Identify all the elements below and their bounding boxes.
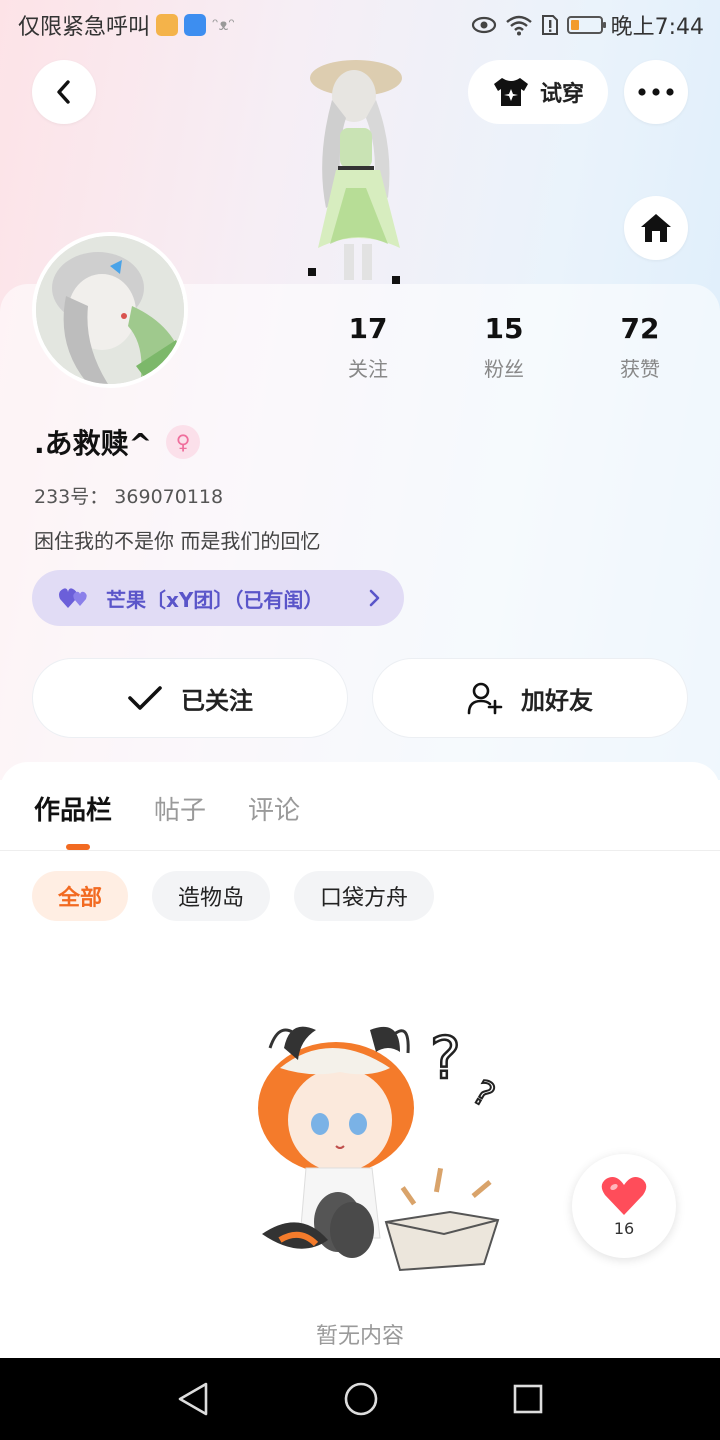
stat-likes[interactable]: 72 获赞 [572, 312, 708, 382]
stat-followers-count: 15 [484, 312, 524, 345]
tab-posts[interactable]: 帖子 [154, 790, 206, 827]
filter-pocket-ark[interactable]: 口袋方舟 [294, 871, 435, 921]
eye-icon [471, 16, 496, 34]
tabs-divider [0, 850, 720, 851]
filter-chips: 全部 造物岛 口袋方舟 [32, 871, 435, 921]
try-on-button[interactable]: 试穿 [468, 60, 608, 124]
content-tabs: 作品栏 帖子 评论 [34, 790, 300, 827]
stat-following-label: 关注 [348, 357, 388, 381]
avatar-image [36, 236, 184, 384]
check-icon [128, 686, 162, 710]
tshirt-sparkle-icon [493, 78, 528, 106]
stat-following[interactable]: 17 关注 [300, 312, 436, 382]
user-bio: 困住我的不是你 而是我们的回忆 [34, 529, 321, 553]
battery-icon [566, 16, 606, 34]
tab-comments[interactable]: 评论 [248, 790, 300, 827]
stat-likes-count: 72 [620, 312, 660, 345]
profile-stats: 17 关注 15 粉丝 72 获赞 [300, 312, 720, 382]
shield-notification-icon [184, 14, 207, 36]
group-badge[interactable]: 芒果〔xY团〕（已有闺） [32, 570, 404, 626]
heart-icon [601, 1176, 647, 1215]
female-gender-icon: ♀ [166, 425, 201, 459]
tab-works[interactable]: 作品栏 [34, 790, 112, 827]
stat-following-count: 17 [348, 312, 388, 345]
add-friend-button[interactable]: 加好友 [372, 658, 688, 738]
app-notification-icon [156, 14, 179, 36]
try-on-label: 试穿 [539, 82, 584, 107]
stat-followers-label: 粉丝 [484, 357, 524, 381]
back-button[interactable] [32, 60, 96, 124]
cat-notification-icon: ᵔᴥᵔ [212, 15, 235, 34]
character-figure [308, 60, 402, 284]
stat-followers[interactable]: 15 粉丝 [436, 312, 572, 382]
home-icon [641, 214, 671, 242]
sim-alert-icon [541, 15, 558, 35]
home-button[interactable] [624, 196, 688, 260]
emergency-call-text: 仅限紧急呼叫 [18, 15, 151, 40]
chevron-left-icon [57, 80, 70, 104]
system-nav-bar [0, 1358, 720, 1440]
like-button[interactable]: 16 [572, 1154, 676, 1258]
nav-recents-icon[interactable] [512, 1383, 544, 1415]
stat-likes-label: 获赞 [620, 357, 660, 381]
nav-back-icon[interactable] [176, 1381, 210, 1417]
wifi-icon [505, 15, 532, 36]
avatar[interactable] [32, 232, 188, 388]
followed-button[interactable]: 已关注 [32, 658, 348, 738]
add-user-icon [467, 682, 503, 715]
svg-text:?: ? [466, 1072, 502, 1116]
like-count: 16 [613, 1218, 635, 1238]
clock: 晚上7:44 [610, 15, 704, 40]
chevron-right-icon [369, 589, 380, 607]
status-bar: 仅限紧急呼叫 ᵔᴥᵔ 晚上7:44 [0, 0, 720, 50]
followed-label: 已关注 [181, 686, 253, 715]
user-id: 233号： 369070118 [34, 486, 224, 508]
add-friend-label: 加好友 [521, 686, 593, 715]
nav-home-icon[interactable] [343, 1381, 379, 1417]
empty-state-text: 暂无内容 [315, 1324, 404, 1349]
more-button[interactable] [624, 60, 688, 124]
double-heart-icon [59, 588, 87, 608]
svg-text:?: ? [430, 1024, 461, 1092]
empty-state-illustration: ? ? [258, 1023, 502, 1272]
username-row: .あ救赎^ ♀ [34, 422, 201, 462]
more-dots-icon [638, 88, 674, 96]
filter-all[interactable]: 全部 [32, 871, 129, 921]
username: .あ救赎^ [34, 427, 153, 460]
group-name: 芒果〔xY团〕（已有闺） [106, 587, 324, 612]
filter-creation-island[interactable]: 造物岛 [152, 871, 271, 921]
gender-symbol: ♀ [175, 430, 191, 454]
